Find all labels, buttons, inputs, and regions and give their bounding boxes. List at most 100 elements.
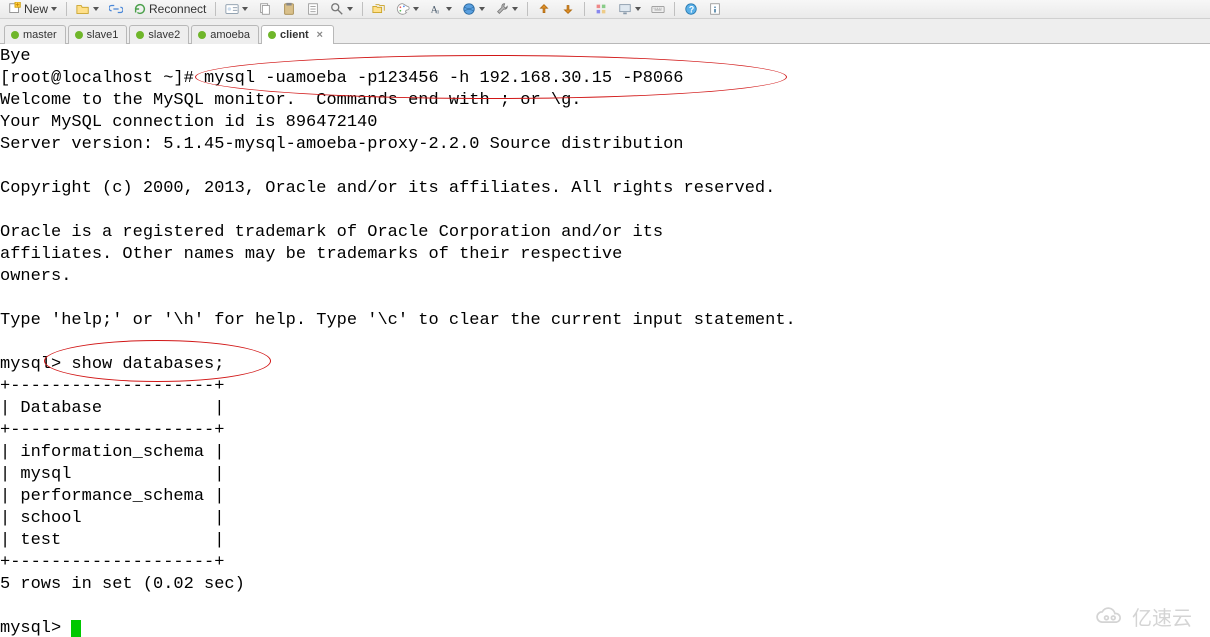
help-icon: ? — [684, 2, 698, 16]
toolbar-separator — [527, 2, 528, 16]
session-tabbar: master slave1 slave2 amoeba client × — [0, 19, 1210, 44]
copy-button[interactable] — [254, 1, 276, 17]
chevron-down-icon — [51, 7, 57, 11]
tab-label: client — [280, 29, 309, 41]
term-line: | mysql | — [0, 465, 224, 484]
term-line: 5 rows in set (0.02 sec) — [0, 575, 245, 594]
tab-amoeba[interactable]: amoeba — [191, 25, 259, 44]
keyboard-button[interactable] — [647, 1, 669, 17]
svg-text:a: a — [436, 7, 440, 15]
reconnect-icon — [133, 2, 147, 16]
term-line: +--------------------+ — [0, 553, 224, 572]
term-line: | information_schema | — [0, 443, 224, 462]
status-connected-icon — [11, 31, 19, 39]
chevron-down-icon — [512, 7, 518, 11]
close-icon[interactable]: × — [315, 30, 325, 40]
cloud-logo-icon — [1092, 606, 1126, 628]
upload-icon — [537, 2, 551, 16]
link-icon — [109, 2, 123, 16]
chevron-down-icon — [479, 7, 485, 11]
help-button[interactable]: ? — [680, 1, 702, 17]
status-connected-icon — [136, 31, 144, 39]
folders-icon — [372, 2, 386, 16]
profile-button[interactable] — [221, 1, 252, 17]
reconnect-button[interactable]: Reconnect — [129, 1, 210, 17]
term-line: | performance_schema | — [0, 487, 224, 506]
globe-icon — [462, 2, 476, 16]
chevron-down-icon — [93, 7, 99, 11]
chevron-down-icon — [635, 7, 641, 11]
term-line: affiliates. Other names may be trademark… — [0, 245, 622, 264]
term-line: Copyright (c) 2000, 2013, Oracle and/or … — [0, 179, 775, 198]
tab-slave1[interactable]: slave1 — [68, 25, 128, 44]
grid-small-icon — [594, 2, 608, 16]
reconnect-label: Reconnect — [149, 2, 206, 16]
cursor-block-icon — [71, 620, 81, 637]
tab-master[interactable]: master — [4, 25, 66, 44]
term-line: mysql> show databases; — [0, 355, 224, 374]
tab-label: slave1 — [87, 29, 119, 41]
properties-button[interactable] — [302, 1, 324, 17]
font-icon: Aa — [429, 2, 443, 16]
toolbar-separator — [215, 2, 216, 16]
term-line: | Database | — [0, 399, 224, 418]
terminal-pane[interactable]: Bye [root@localhost ~]# mysql -uamoeba -… — [0, 44, 1210, 637]
watermark: 亿速云 — [1092, 602, 1192, 631]
download-button[interactable] — [557, 1, 579, 17]
folders-button[interactable] — [368, 1, 390, 17]
term-line: | school | — [0, 509, 224, 528]
tab-label: amoeba — [210, 29, 250, 41]
status-connected-icon — [268, 31, 276, 39]
tab-label: master — [23, 29, 57, 41]
status-connected-icon — [198, 31, 206, 39]
tab-label: slave2 — [148, 29, 180, 41]
doc-list-icon — [306, 2, 320, 16]
tools-button[interactable] — [491, 1, 522, 17]
term-line: +--------------------+ — [0, 421, 224, 440]
card-icon — [225, 2, 239, 16]
keyboard-icon — [651, 2, 665, 16]
chevron-down-icon — [446, 7, 452, 11]
folder-open-icon — [76, 2, 90, 16]
status-connected-icon — [75, 31, 83, 39]
search-icon — [330, 2, 344, 16]
term-line: [root@localhost ~]# mysql -uamoeba -p123… — [0, 69, 684, 88]
toolbar-separator — [674, 2, 675, 16]
term-line: Your MySQL connection id is 896472140 — [0, 113, 377, 132]
open-button[interactable] — [72, 1, 103, 17]
term-line: Oracle is a registered trademark of Orac… — [0, 223, 663, 242]
toolbar-separator — [66, 2, 67, 16]
watermark-text: 亿速云 — [1132, 602, 1192, 631]
misc-button-1[interactable] — [590, 1, 612, 17]
term-line: Server version: 5.1.45-mysql-amoeba-prox… — [0, 135, 684, 154]
tab-slave2[interactable]: slave2 — [129, 25, 189, 44]
monitor-icon — [618, 2, 632, 16]
info-doc-icon — [708, 2, 722, 16]
globe-button[interactable] — [458, 1, 489, 17]
font-button[interactable]: Aa — [425, 1, 456, 17]
chevron-down-icon — [413, 7, 419, 11]
term-line: Bye — [0, 47, 31, 66]
new-tab-icon — [8, 2, 22, 16]
new-label: New — [24, 2, 48, 16]
link-button[interactable] — [105, 1, 127, 17]
palette-icon — [396, 2, 410, 16]
tab-client[interactable]: client × — [261, 25, 334, 44]
toolbar-separator — [584, 2, 585, 16]
chevron-down-icon — [347, 7, 353, 11]
main-toolbar: New Reconnect Aa ? — [0, 0, 1210, 19]
chevron-down-icon — [242, 7, 248, 11]
paste-icon — [282, 2, 296, 16]
paste-button[interactable] — [278, 1, 300, 17]
palette-button[interactable] — [392, 1, 423, 17]
upload-button[interactable] — [533, 1, 555, 17]
download-icon — [561, 2, 575, 16]
find-button[interactable] — [326, 1, 357, 17]
about-button[interactable] — [704, 1, 726, 17]
new-session-button[interactable]: New — [4, 1, 61, 17]
svg-text:?: ? — [689, 5, 694, 15]
term-line: Welcome to the MySQL monitor. Commands e… — [0, 91, 582, 110]
misc-button-2[interactable] — [614, 1, 645, 17]
term-line: Type 'help;' or '\h' for help. Type '\c'… — [0, 311, 796, 330]
term-line: +--------------------+ — [0, 377, 224, 396]
